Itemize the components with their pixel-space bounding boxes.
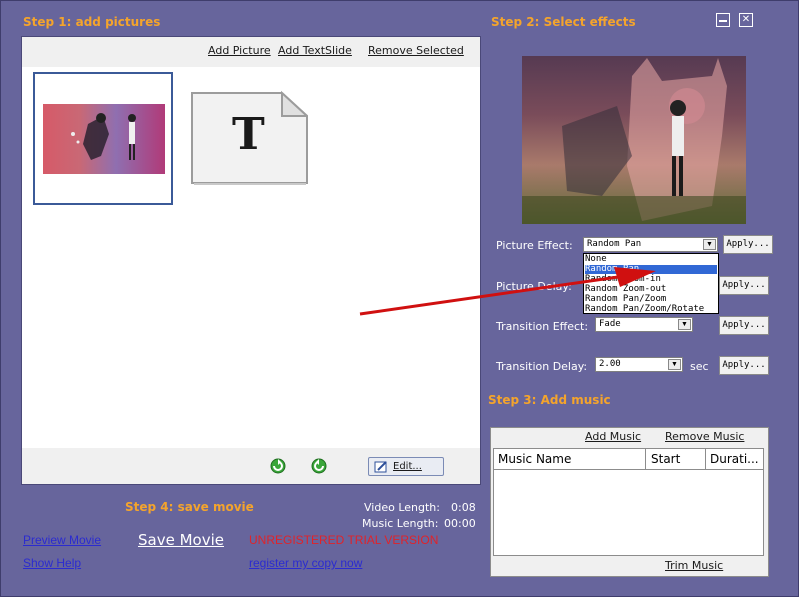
textslide-thumbnail[interactable]: T xyxy=(190,90,308,186)
music-list[interactable]: Music Name Start Durati... xyxy=(493,448,764,556)
apply-picture-delay-button[interactable]: Apply... xyxy=(719,276,769,295)
apply-picture-effect-button[interactable]: Apply... xyxy=(723,235,773,254)
music-list-header: Music Name Start Durati... xyxy=(494,449,763,470)
step2-title: Step 2: Select effects xyxy=(491,15,636,29)
picture-effect-label: Picture Effect: xyxy=(496,239,573,252)
preview-image xyxy=(522,58,746,224)
minimize-icon[interactable] xyxy=(716,13,730,27)
app-window: Step 1: add pictures Add Picture Add Tex… xyxy=(0,0,799,597)
annotation-arrow xyxy=(359,267,656,316)
step1-title: Step 1: add pictures xyxy=(23,15,161,29)
column-music-name[interactable]: Music Name xyxy=(498,452,571,466)
pictures-bottom-bar: Edit... xyxy=(22,448,480,484)
save-movie-link[interactable]: Save Movie xyxy=(138,531,224,549)
column-start[interactable]: Start xyxy=(651,452,680,466)
transition-delay-value: 2.00 xyxy=(599,359,621,369)
transition-delay-label: Transition Delay: xyxy=(496,360,588,373)
add-picture-link[interactable]: Add Picture xyxy=(208,44,271,57)
remove-music-link[interactable]: Remove Music xyxy=(665,430,744,443)
picture-effect-value: Random Pan xyxy=(587,239,642,249)
picture-effect-select[interactable]: Random Pan ▼ xyxy=(583,237,718,252)
close-icon[interactable]: ✕ xyxy=(739,13,753,27)
add-textslide-link[interactable]: Add TextSlide xyxy=(278,44,352,57)
trim-music-link[interactable]: Trim Music xyxy=(665,559,723,572)
register-link[interactable]: register my copy now xyxy=(249,556,362,570)
music-panel: Add Music Remove Music Music Name Start … xyxy=(490,427,769,577)
step4-title: Step 4: save movie xyxy=(125,500,254,514)
video-length-value: 0:08 xyxy=(451,501,476,514)
pictures-toolbar: Add Picture Add TextSlide Remove Selecte… xyxy=(22,37,480,67)
add-music-link[interactable]: Add Music xyxy=(585,430,641,443)
edit-label: Edit... xyxy=(393,461,422,472)
step3-title: Step 3: Add music xyxy=(488,393,611,407)
rotate-left-icon[interactable] xyxy=(270,458,286,474)
preview-movie-link[interactable]: Preview Movie xyxy=(23,533,101,547)
music-length-label: Music Length: xyxy=(362,517,439,530)
edit-button[interactable]: Edit... xyxy=(368,457,444,476)
edit-icon xyxy=(374,460,388,473)
rotate-right-icon[interactable] xyxy=(311,458,327,474)
picture-thumbnail[interactable] xyxy=(33,72,173,205)
effect-preview xyxy=(522,56,746,224)
column-duration[interactable]: Durati... xyxy=(710,452,759,466)
music-length-value: 00:00 xyxy=(444,517,476,530)
transition-delay-select[interactable]: 2.00 ▼ xyxy=(595,357,683,372)
chevron-down-icon[interactable]: ▼ xyxy=(678,319,691,330)
chevron-down-icon[interactable]: ▼ xyxy=(668,359,681,370)
picture-thumbnail-image xyxy=(43,104,165,174)
textslide-glyph: T xyxy=(232,109,265,160)
video-length-label: Video Length: xyxy=(364,501,440,514)
apply-transition-effect-button[interactable]: Apply... xyxy=(719,316,769,335)
sec-label: sec xyxy=(690,360,709,373)
remove-selected-link[interactable]: Remove Selected xyxy=(368,44,464,57)
chevron-down-icon[interactable]: ▼ xyxy=(703,239,716,250)
apply-transition-delay-button[interactable]: Apply... xyxy=(719,356,769,375)
transition-effect-label: Transition Effect: xyxy=(496,320,589,333)
show-help-link[interactable]: Show Help xyxy=(23,556,81,570)
unregistered-notice: UNREGISTERED TRIAL VERSION xyxy=(249,533,439,547)
